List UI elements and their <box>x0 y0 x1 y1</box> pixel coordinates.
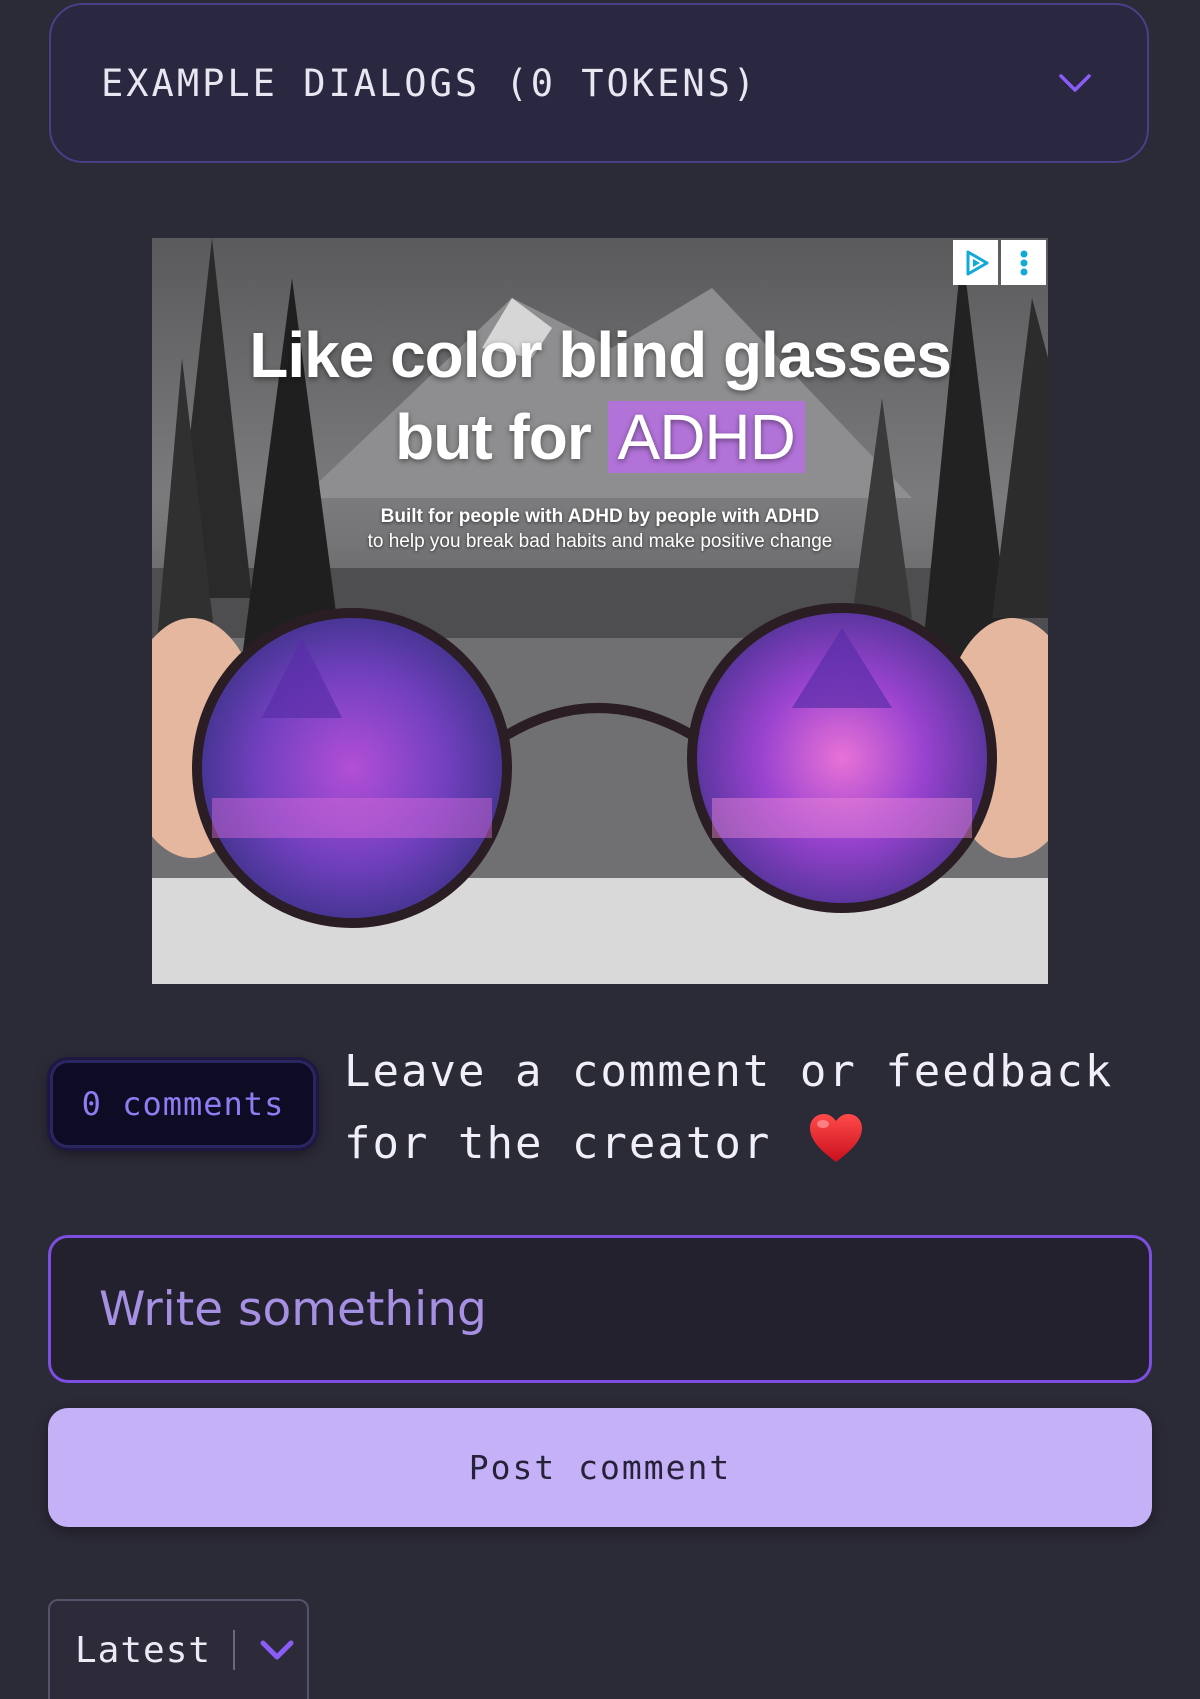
ad-headline-prefix: but for <box>395 401 592 473</box>
sort-divider <box>233 1630 236 1670</box>
heart-icon <box>809 1114 862 1162</box>
comments-count-badge[interactable]: 0 comments <box>50 1060 316 1148</box>
sort-select[interactable]: Latest <box>48 1599 309 1699</box>
comment-hint-text: Leave a comment or feedback for the crea… <box>344 1046 1114 1169</box>
comment-hint: Leave a comment or feedback for the crea… <box>344 1036 1164 1180</box>
example-dialogs-accordion[interactable]: EXAMPLE DIALOGS (0 TOKENS) <box>49 3 1149 163</box>
chevron-down-icon[interactable] <box>1055 63 1095 103</box>
sort-selected-label: Latest <box>75 1629 212 1671</box>
comments-count-label: 0 comments <box>81 1085 285 1123</box>
accordion-title: EXAMPLE DIALOGS (0 TOKENS) <box>101 61 759 105</box>
comment-input[interactable] <box>48 1235 1152 1383</box>
chevron-down-icon <box>260 1640 294 1660</box>
ad-subline2: to help you break bad habits and make po… <box>367 531 833 552</box>
advertisement-banner[interactable]: Like color blind glasses but for ADHD Bu… <box>152 238 1048 984</box>
ad-subline1: Built for people with ADHD by people wit… <box>380 506 820 527</box>
more-vertical-icon[interactable] <box>1001 240 1046 285</box>
ad-headline-highlight: ADHD <box>607 401 805 473</box>
ad-headline-line1: Like color blind glasses <box>249 319 952 391</box>
adchoices-icon[interactable] <box>953 240 998 285</box>
ad-badges <box>953 240 1046 285</box>
ad-headline-line2: but for ADHD <box>152 400 1048 474</box>
post-comment-button[interactable]: Post comment <box>48 1408 1152 1527</box>
